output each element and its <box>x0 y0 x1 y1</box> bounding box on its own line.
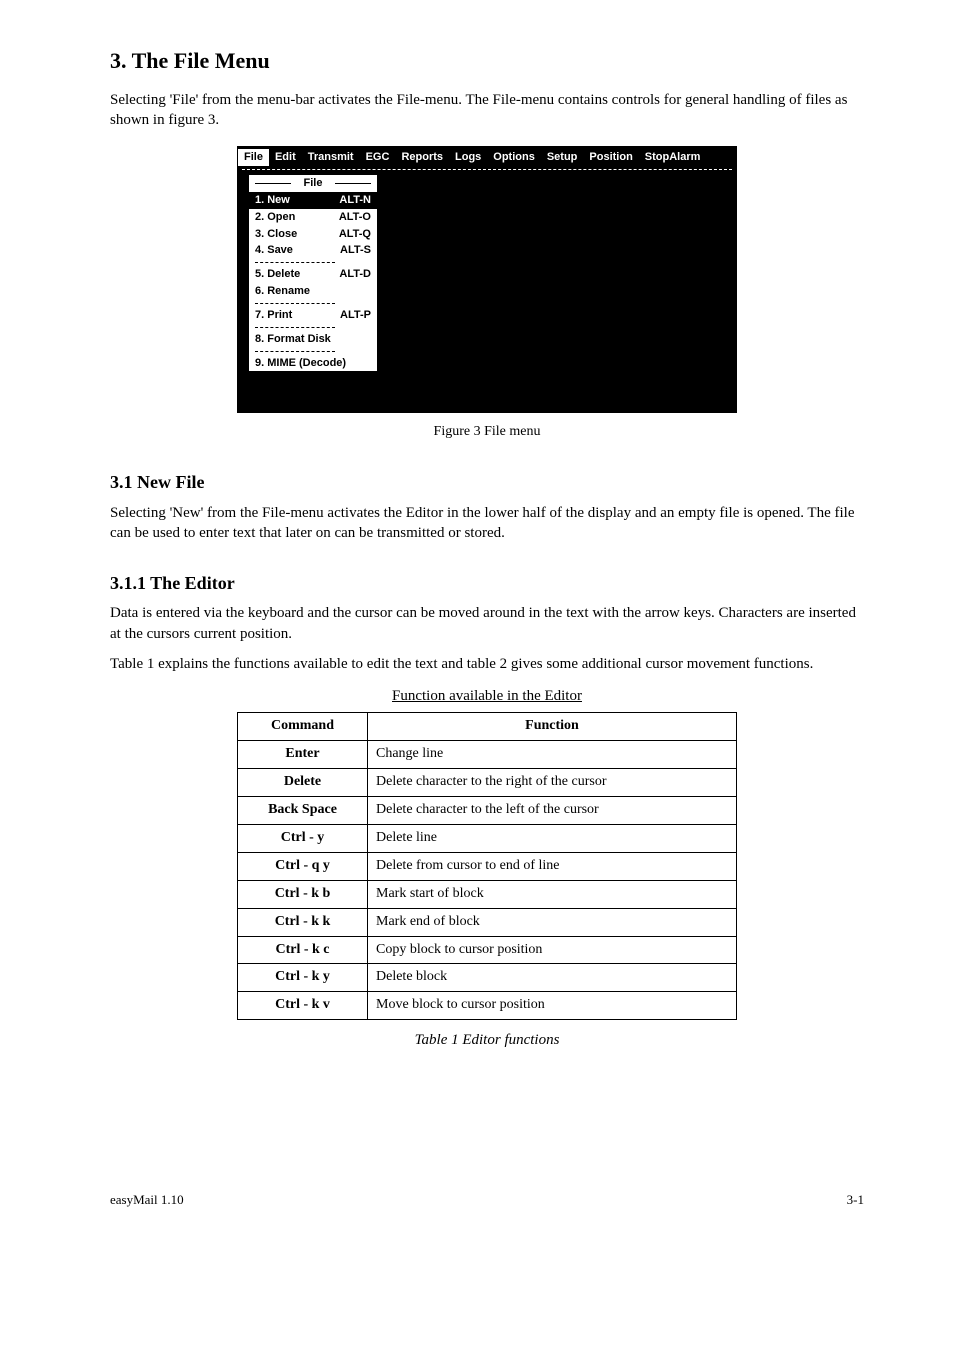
menubar-item-stopalarm[interactable]: StopAlarm <box>639 149 707 166</box>
table-row: Back SpaceDelete character to the left o… <box>238 797 737 825</box>
menubar-item-options[interactable]: Options <box>487 149 541 166</box>
menu-item[interactable]: 7. Print ALT-P <box>249 307 377 324</box>
dropdown-title: File <box>249 175 377 192</box>
cell-function: Delete character to the left of the curs… <box>368 797 737 825</box>
screenshot-figure: FileEditTransmitEGCReportsLogsOptionsSet… <box>110 146 864 413</box>
menu-item-label: 2. Open <box>255 210 295 225</box>
table-title: Function available in the Editor <box>110 686 864 706</box>
cell-command: Ctrl - k c <box>238 936 368 964</box>
subhead-editor: 3.1.1 The Editor <box>110 571 864 595</box>
cell-function: Delete block <box>368 964 737 992</box>
cell-command: Ctrl - k k <box>238 908 368 936</box>
page-footer: easyMail 1.10 3-1 <box>110 1191 864 1209</box>
menu-body: File 1. New ALT-N 2. Open ALT-O 3. Close ALT-… <box>238 170 736 412</box>
cell-command: Delete <box>238 769 368 797</box>
menubar-item-egc[interactable]: EGC <box>360 149 396 166</box>
cell-function: Mark start of block <box>368 880 737 908</box>
menu-item[interactable]: 3. Close ALT-Q <box>249 226 377 243</box>
menu-item[interactable]: 8. Format Disk <box>249 331 377 348</box>
menu-item[interactable]: 9. MIME (Decode) <box>249 355 377 372</box>
menu-item-shortcut: ALT-P <box>340 308 371 323</box>
dos-ui-screenshot: FileEditTransmitEGCReportsLogsOptionsSet… <box>237 146 737 413</box>
menu-item[interactable]: 1. New ALT-N <box>249 192 377 209</box>
cell-command: Ctrl - k v <box>238 992 368 1020</box>
menu-item[interactable]: 4. Save ALT-S <box>249 242 377 259</box>
menubar: FileEditTransmitEGCReportsLogsOptionsSet… <box>238 147 736 168</box>
table-row: Ctrl - k cCopy block to cursor position <box>238 936 737 964</box>
menu-item-label: 1. New <box>255 193 290 208</box>
menubar-item-edit[interactable]: Edit <box>269 149 302 166</box>
menubar-item-setup[interactable]: Setup <box>541 149 584 166</box>
table-row: Ctrl - k kMark end of block <box>238 908 737 936</box>
cell-command: Back Space <box>238 797 368 825</box>
menu-item-label: 9. MIME (Decode) <box>255 356 346 371</box>
menu-divider <box>255 327 335 328</box>
menubar-item-transmit[interactable]: Transmit <box>302 149 360 166</box>
table-row: Ctrl - k vMove block to cursor position <box>238 992 737 1020</box>
table-row: Ctrl - k yDelete block <box>238 964 737 992</box>
menu-item-shortcut: ALT-D <box>339 267 371 282</box>
menubar-item-reports[interactable]: Reports <box>395 149 449 166</box>
cell-function: Move block to cursor position <box>368 992 737 1020</box>
cell-command: Ctrl - y <box>238 825 368 853</box>
menu-item-label: 8. Format Disk <box>255 332 331 347</box>
menu-divider <box>255 262 335 263</box>
cell-function: Delete character to the right of the cur… <box>368 769 737 797</box>
table-row: Ctrl - yDelete line <box>238 825 737 853</box>
cell-function: Delete line <box>368 825 737 853</box>
editor-paragraph-1: Data is entered via the keyboard and the… <box>110 603 864 644</box>
cell-command: Enter <box>238 741 368 769</box>
menu-divider <box>255 351 335 352</box>
menu-item[interactable]: 5. Delete ALT-D <box>249 266 377 283</box>
menu-item[interactable]: 6. Rename <box>249 283 377 300</box>
menu-item-shortcut: ALT-S <box>340 243 371 258</box>
newfile-paragraph: Selecting 'New' from the File-menu activ… <box>110 503 864 544</box>
col-command: Command <box>238 713 368 741</box>
menu-item-shortcut: ALT-Q <box>339 227 371 242</box>
menu-item-label: 6. Rename <box>255 284 310 299</box>
intro-paragraph: Selecting 'File' from the menu-bar activ… <box>110 90 864 131</box>
menubar-item-file[interactable]: File <box>238 149 269 166</box>
cell-command: Ctrl - k b <box>238 880 368 908</box>
menu-item-label: 3. Close <box>255 227 297 242</box>
figure-caption: Figure 3 File menu <box>110 423 864 442</box>
footer-left: easyMail 1.10 <box>110 1191 184 1209</box>
table-caption: Table 1 Editor functions <box>110 1030 864 1050</box>
cell-function: Mark end of block <box>368 908 737 936</box>
menu-divider <box>255 303 335 304</box>
menu-item-label: 7. Print <box>255 308 292 323</box>
file-dropdown: File 1. New ALT-N 2. Open ALT-O 3. Close ALT-… <box>248 174 378 372</box>
editor-functions-table: Command Function EnterChange lineDeleteD… <box>237 712 737 1020</box>
menu-item[interactable]: 2. Open ALT-O <box>249 209 377 226</box>
col-function: Function <box>368 713 737 741</box>
cell-function: Delete from cursor to end of line <box>368 852 737 880</box>
menu-item-label: 4. Save <box>255 243 293 258</box>
cell-function: Copy block to cursor position <box>368 936 737 964</box>
cell-function: Change line <box>368 741 737 769</box>
cell-command: Ctrl - k y <box>238 964 368 992</box>
footer-right: 3-1 <box>847 1191 864 1209</box>
table-row: DeleteDelete character to the right of t… <box>238 769 737 797</box>
menu-item-label: 5. Delete <box>255 267 300 282</box>
subhead-new-file: 3.1 New File <box>110 470 864 494</box>
cell-command: Ctrl - q y <box>238 852 368 880</box>
menu-item-shortcut: ALT-N <box>339 193 371 208</box>
menubar-item-position[interactable]: Position <box>583 149 638 166</box>
menu-item-shortcut: ALT-O <box>339 210 371 225</box>
menubar-item-logs[interactable]: Logs <box>449 149 487 166</box>
section-title: 3. The File Menu <box>110 46 864 76</box>
editor-paragraph-2: Table 1 explains the functions available… <box>110 654 864 674</box>
table-row: Ctrl - q yDelete from cursor to end of l… <box>238 852 737 880</box>
table-row: EnterChange line <box>238 741 737 769</box>
table-row: Ctrl - k bMark start of block <box>238 880 737 908</box>
